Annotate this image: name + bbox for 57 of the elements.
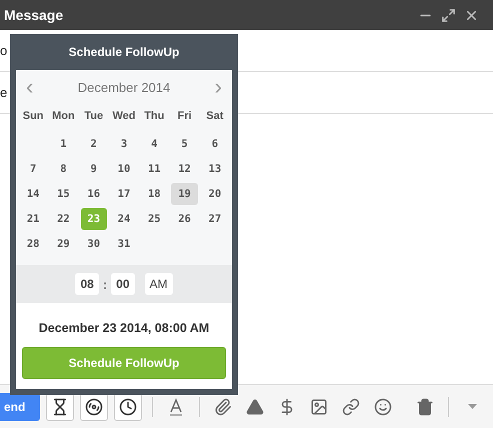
calendar-day[interactable]: 28 (20, 233, 46, 255)
clock-icon[interactable] (119, 398, 137, 416)
calendar-day[interactable]: 21 (20, 208, 46, 230)
trash-icon[interactable] (416, 398, 434, 416)
expand-icon[interactable] (441, 8, 456, 22)
time-separator: : (102, 276, 108, 292)
smiley-icon[interactable] (374, 398, 392, 416)
calendar-day[interactable]: 3 (110, 133, 138, 155)
calendar-day[interactable]: 30 (80, 233, 107, 255)
calendar-day[interactable]: 16 (80, 183, 107, 205)
calendar-day[interactable]: 1 (50, 133, 77, 155)
minute-field[interactable]: 00 (111, 273, 135, 295)
calendar-day[interactable]: 6 (202, 133, 228, 155)
hour-field[interactable]: 08 (75, 273, 99, 295)
calendar-day[interactable]: 29 (50, 233, 77, 255)
calendar-day[interactable]: 19 (171, 183, 198, 205)
calendar-day[interactable]: 18 (141, 183, 168, 205)
weekday-label: Tue (83, 109, 104, 124)
calendar-day[interactable]: 17 (110, 183, 138, 205)
popup-title: Schedule FollowUp (68, 45, 180, 59)
calendar-day[interactable]: 10 (110, 158, 138, 180)
calendar-day[interactable]: 7 (20, 158, 46, 180)
calendar-day[interactable]: 11 (141, 158, 168, 180)
weekday-label: Thu (143, 109, 166, 124)
paperclip-icon[interactable] (214, 398, 232, 416)
calendar-day[interactable]: 31 (110, 233, 138, 255)
image-icon[interactable] (310, 398, 328, 416)
calendar-day[interactable]: 15 (50, 183, 77, 205)
month-label: December 2014 (78, 80, 170, 94)
hourglass-icon[interactable] (51, 398, 69, 416)
calendar-day[interactable]: 9 (80, 158, 107, 180)
calendar-day[interactable]: 26 (171, 208, 198, 230)
weekday-label: Wed (111, 109, 136, 124)
calendar-day[interactable]: 25 (141, 208, 168, 230)
schedule-summary: December 23 2014, 08:00 AM (38, 321, 210, 335)
weekday-label: Mon (51, 109, 76, 124)
weekday-label: Fri (176, 109, 193, 124)
weekday-label: Sun (22, 109, 45, 124)
calendar-day[interactable]: 27 (202, 208, 228, 230)
triangle-icon[interactable] (246, 398, 264, 416)
weekday-label: Sat (205, 109, 224, 124)
calendar-day[interactable]: 2 (80, 133, 107, 155)
field-label: o (0, 43, 8, 58)
field-label: e (0, 85, 8, 100)
window-title: Message (4, 7, 64, 23)
calendar-day[interactable]: 4 (141, 133, 168, 155)
calendar-day[interactable]: 12 (171, 158, 198, 180)
link-icon[interactable] (342, 398, 360, 416)
period-field[interactable]: AM (144, 273, 173, 295)
calendar-day[interactable]: 8 (50, 158, 77, 180)
calendar-day[interactable]: 13 (202, 158, 228, 180)
send-button[interactable]: end (0, 392, 40, 420)
calendar-day[interactable]: 22 (50, 208, 77, 230)
calendar-day[interactable]: 5 (171, 133, 198, 155)
calendar-day[interactable]: 24 (110, 208, 138, 230)
calendar-day[interactable]: 14 (20, 183, 46, 205)
calendar-day[interactable]: 20 (202, 183, 228, 205)
